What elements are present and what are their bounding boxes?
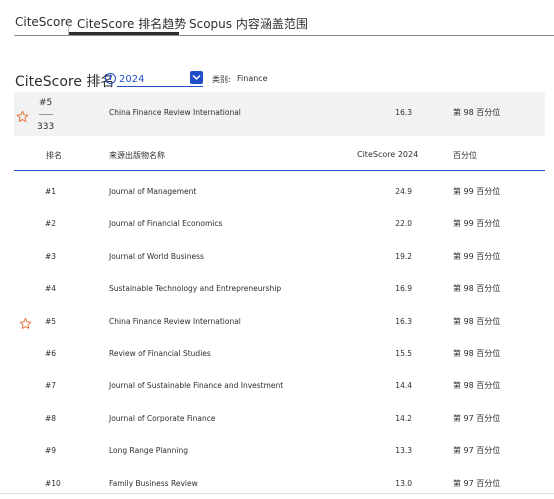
row-percentile: 第 98 百分位 [453,349,501,358]
row-rank: #4 [45,284,57,294]
row-journal-name[interactable]: Journal of Management [109,187,196,196]
rank-divider [39,114,53,115]
chevron-down-icon[interactable] [190,71,203,84]
row-journal-name[interactable]: China Finance Review International [109,317,241,326]
table-header-divider [14,170,545,171]
table-row: #1 Journal of Management 24.9 第 99 百分位 [14,175,545,207]
row-journal-name[interactable]: Journal of Sustainable Finance and Inves… [109,381,283,390]
row-journal-name[interactable]: Review of Financial Studies [109,349,211,358]
bottom-divider [0,493,554,494]
row-journal-name[interactable]: Family Business Review [109,479,198,488]
row-rank: #5 [45,316,57,326]
row-journal-name[interactable]: Journal of Financial Economics [109,219,222,228]
highlight-rank: #5 [39,98,53,108]
row-rank: #6 [45,349,57,358]
row-percentile: 第 99 百分位 [453,219,501,229]
row-score: 16.9 [395,284,412,294]
highlight-score: 16.3 [395,108,412,117]
row-journal-name[interactable]: Journal of Corporate Finance [109,414,216,423]
row-score: 15.5 [395,349,412,358]
highlight-percentile: 第 98 百分位 [453,108,501,117]
row-percentile: 第 97 百分位 [453,446,501,456]
row-percentile: 第 98 百分位 [453,381,501,391]
row-score: 14.2 [395,413,412,423]
row-percentile: 第 97 百分位 [453,413,501,423]
table-row: #6 Review of Financial Studies 15.5 第 98 百分… [14,337,545,369]
row-journal-name[interactable]: Journal of World Business [109,252,204,261]
row-score: 24.9 [395,187,412,196]
row-percentile: 第 98 百分位 [453,316,501,326]
column-header-citescore: CiteScore 2024 [357,150,419,159]
column-header-source-name: 来源出版物名称 [109,151,165,160]
year-value: 2024 [119,74,145,85]
tab-bar-divider [14,35,554,36]
highlight-journal-name[interactable]: China Finance Review International [109,108,241,117]
row-journal-name[interactable]: Sustainable Technology and Entrepreneurs… [109,284,281,293]
row-journal-name[interactable]: Long Range Planning [109,446,188,455]
table-row: #2 Journal of Financial Economics 22.0 第 99… [14,207,545,239]
row-rank: #1 [45,187,57,196]
star-icon[interactable] [16,108,29,127]
row-percentile: 第 99 百分位 [453,251,501,261]
table-row: #3 Journal of World Business 19.2 第 99 百分位 [14,240,545,272]
tab-scopus-coverage[interactable]: Scopus 内容涵盖范围 [189,15,308,32]
row-score: 16.3 [395,316,412,326]
row-rank: #2 [45,219,57,229]
table-row: #8 Journal of Corporate Finance 14.2 第 97 百… [14,402,545,434]
tab-citescore[interactable]: CiteScore [15,15,72,29]
row-rank: #10 [45,478,61,488]
section-title: CiteScore 排名 [15,74,115,90]
column-header-percentile: 百分位 [453,151,477,160]
table-row: #9 Long Range Planning 13.3 第 97 百分位 [14,434,545,466]
row-score: 19.2 [395,251,412,261]
table-row: #4 Sustainable Technology and Entrepreneu… [14,272,545,304]
column-header-rank: 排名 [46,151,62,160]
row-percentile: 第 99 百分位 [453,187,501,196]
category-label: 类别: [212,75,231,84]
table-row: #7 Journal of Sustainable Finance and Inv… [14,369,545,401]
row-rank: #3 [45,251,57,261]
highlight-total: 333 [37,122,55,132]
row-percentile: 第 97 百分位 [453,478,501,488]
category-value: Finance [237,74,268,83]
row-score: 13.0 [395,478,412,488]
table-row: #5 China Finance Review International 16.3… [14,305,545,337]
row-rank: #9 [45,446,57,456]
row-score: 22.0 [395,219,412,229]
row-percentile: 第 98 百分位 [453,284,501,294]
info-icon[interactable]: i [105,73,116,84]
row-score: 14.4 [395,381,412,391]
tab-bar: CiteScore CiteScore 排名趋势 Scopus 内容涵盖范围 [0,0,554,36]
row-score: 13.3 [395,446,412,456]
row-rank: #7 [45,381,57,391]
star-icon[interactable] [19,315,32,334]
row-rank: #8 [45,413,57,423]
tab-citescore-rank-trend[interactable]: CiteScore 排名趋势 [77,15,186,32]
